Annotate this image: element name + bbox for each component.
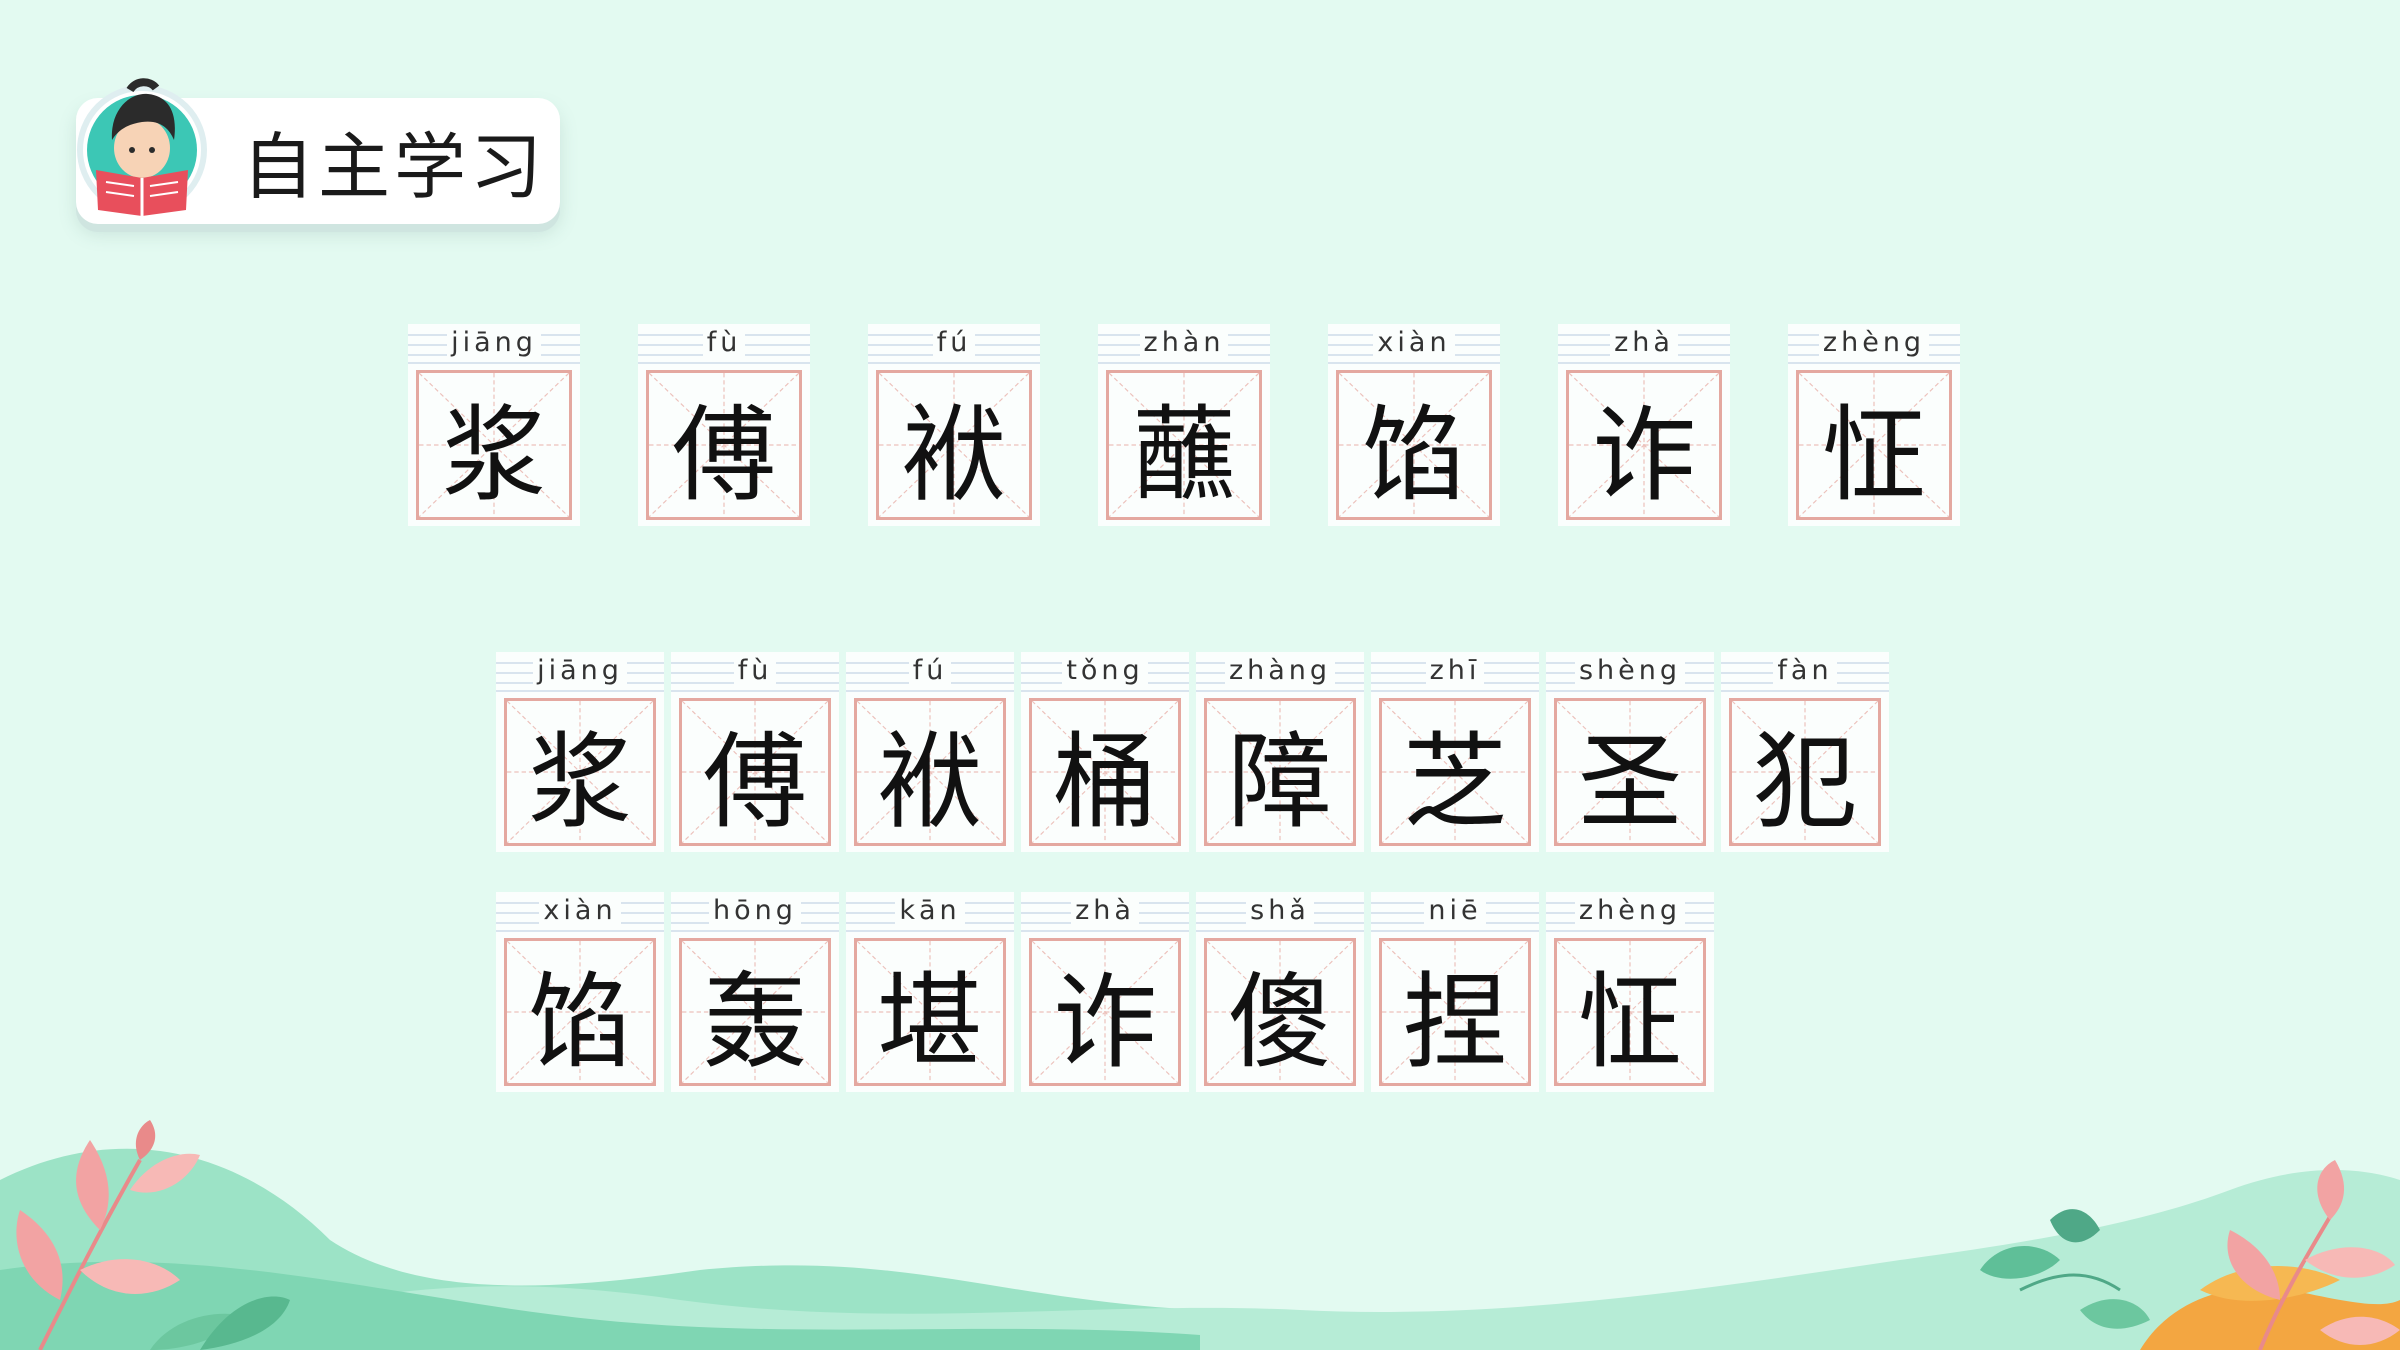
character-card: zhà 诈: [1558, 324, 1730, 526]
hanzi-character: 怔: [1577, 960, 1682, 1083]
pinyin-label: zhèng: [1788, 324, 1960, 362]
pinyin-label: tǒng: [1021, 652, 1189, 690]
character-card: zhàn 蘸: [1098, 324, 1270, 526]
character-card: tǒng 桶: [1021, 652, 1189, 852]
pinyin-label: xiàn: [496, 892, 664, 930]
character-card: hōng 轰: [671, 892, 839, 1092]
character-card: zhà 诈: [1021, 892, 1189, 1092]
character-card: fù 傅: [671, 652, 839, 852]
hanzi-character: 浆: [527, 720, 632, 843]
hanzi-character: 袱: [901, 393, 1006, 516]
pinyin-label: hōng: [671, 892, 839, 930]
pinyin-label: fú: [846, 652, 1014, 690]
pinyin-label: fù: [638, 324, 810, 362]
pinyin-label: zhà: [1021, 892, 1189, 930]
hanzi-character: 障: [1227, 720, 1332, 843]
character-card: shèng 圣: [1546, 652, 1714, 852]
pinyin-label: jiāng: [496, 652, 664, 690]
hanzi-character: 傅: [671, 393, 776, 516]
leaf-branch-right-decoration: [1980, 1160, 2400, 1350]
leaf-branch-left-decoration: [16, 1120, 290, 1350]
hanzi-character: 芝: [1402, 720, 1507, 843]
hanzi-character: 馅: [1361, 393, 1466, 516]
pinyin-label: zhàng: [1196, 652, 1364, 690]
character-card: fú 袱: [846, 652, 1014, 852]
hanzi-character: 袱: [877, 720, 982, 843]
character-card: xiàn 馅: [1328, 324, 1500, 526]
hanzi-character: 傻: [1227, 960, 1332, 1083]
pinyin-label: zhī: [1371, 652, 1539, 690]
hanzi-character: 桶: [1052, 720, 1157, 843]
character-card: zhèng 怔: [1546, 892, 1714, 1092]
character-card: jiāng 浆: [408, 324, 580, 526]
pinyin-label: zhàn: [1098, 324, 1270, 362]
character-card: shǎ 傻: [1196, 892, 1364, 1092]
character-card: fàn 犯: [1721, 652, 1889, 852]
reading-student-icon: [77, 78, 207, 216]
character-card: zhàng 障: [1196, 652, 1364, 852]
pinyin-label: jiāng: [408, 324, 580, 362]
page-title: 自主学习: [242, 125, 547, 209]
pinyin-label: fú: [868, 324, 1040, 362]
pinyin-label: zhà: [1558, 324, 1730, 362]
pinyin-label: shèng: [1546, 652, 1714, 690]
character-card: zhèng 怔: [1788, 324, 1960, 526]
character-card: fù 傅: [638, 324, 810, 526]
character-card: xiàn 馅: [496, 892, 664, 1092]
pinyin-label: fù: [671, 652, 839, 690]
hanzi-character: 捏: [1402, 960, 1507, 1083]
pinyin-label: niē: [1371, 892, 1539, 930]
character-card: fú 袱: [868, 324, 1040, 526]
hanzi-character: 怔: [1821, 393, 1926, 516]
hanzi-character: 堪: [877, 960, 982, 1083]
pinyin-label: fàn: [1721, 652, 1889, 690]
character-card: kān 堪: [846, 892, 1014, 1092]
pinyin-label: zhèng: [1546, 892, 1714, 930]
hanzi-character: 诈: [1591, 393, 1696, 516]
character-card: niē 捏: [1371, 892, 1539, 1092]
hanzi-character: 诈: [1052, 960, 1157, 1083]
character-card: jiāng 浆: [496, 652, 664, 852]
pinyin-label: kān: [846, 892, 1014, 930]
pinyin-label: shǎ: [1196, 892, 1364, 930]
hanzi-character: 傅: [702, 720, 807, 843]
character-card: zhī 芝: [1371, 652, 1539, 852]
hanzi-character: 轰: [702, 960, 807, 1083]
pinyin-label: xiàn: [1328, 324, 1500, 362]
hanzi-character: 犯: [1752, 720, 1857, 843]
hanzi-character: 圣: [1577, 720, 1682, 843]
hanzi-character: 馅: [527, 960, 632, 1083]
hanzi-character: 蘸: [1131, 393, 1236, 516]
hanzi-character: 浆: [441, 393, 546, 516]
